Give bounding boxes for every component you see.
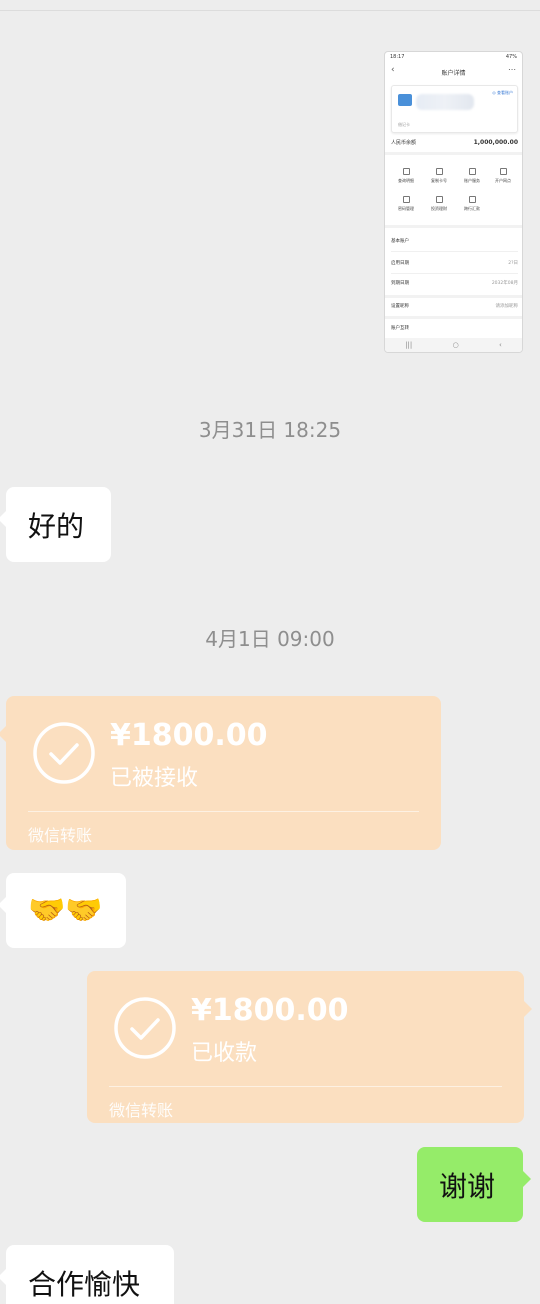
grid-item: 跨行汇款 (457, 196, 487, 212)
outgoing-message-bubble[interactable]: 谢谢 (417, 1147, 531, 1222)
check-circle-icon (33, 722, 95, 784)
thumbnail-separator (385, 152, 522, 155)
thumbnail-separator (385, 316, 522, 319)
message-text: 谢谢 (439, 1169, 496, 1203)
grid-item: 投资理财 (424, 196, 454, 212)
grid-item: 开户网点 (488, 168, 518, 184)
grid-item: 账户服务 (457, 168, 487, 184)
recent-apps-icon: ||| (405, 341, 413, 349)
transfer-amount: ¥1800.00 (110, 718, 268, 753)
balance-label: 人民币余额 (391, 140, 417, 146)
thumbnail-time: 18:17 (390, 54, 405, 60)
transfer-card-collected[interactable]: ¥1800.00 已收款 微信转账 (87, 971, 532, 1123)
transfer-divider (28, 811, 419, 812)
chat-timestamp: 3月31日 18:25 (198, 418, 342, 442)
more-icon: ⋯ (508, 65, 516, 74)
thumbnail-nav-bar: ||| ○ ‹ (385, 338, 522, 352)
message-text: 合作愉快 (28, 1267, 141, 1301)
incoming-message-bubble[interactable]: 🤝🤝 (0, 873, 126, 948)
row-divider (391, 273, 518, 274)
emoji-message: 🤝🤝 (28, 893, 103, 928)
transfer-footer: 微信转账 (28, 826, 93, 845)
transfer-divider (109, 1086, 502, 1087)
row-divider (391, 251, 518, 252)
transfer-status: 已收款 (191, 1041, 258, 1066)
card-tag: ◎ 查看账户 (492, 90, 513, 95)
grid-item: 密码管理 (391, 196, 421, 212)
image-message-thumbnail[interactable]: 18:17 47% ‹ 账户详情 ⋯ ◎ 查看账户 借记卡 人民币余额 1,00… (384, 51, 523, 353)
thumbnail-row: 启用日期 2?日 (391, 261, 518, 266)
balance-value: 1,000,000.00 (473, 139, 518, 146)
transfer-card-received[interactable]: ¥1800.00 已被接收 微信转账 (0, 696, 441, 850)
thumbnail-battery: 47% (505, 54, 517, 60)
grid-item: 查询明细 (391, 168, 421, 184)
incoming-message-bubble[interactable]: 好的 (0, 487, 111, 562)
message-text: 好的 (28, 509, 85, 543)
grid-item: 复制卡号 (424, 168, 454, 184)
top-divider (0, 10, 540, 11)
thumbnail-row: 到期日期 2032年08月 (391, 281, 518, 286)
thumbnail-separator (385, 225, 522, 228)
thumbnail-separator (385, 295, 522, 298)
bank-logo-icon (398, 94, 412, 106)
thumbnail-bank-card: ◎ 查看账户 借记卡 (391, 85, 518, 133)
incoming-message-bubble[interactable]: 合作愉快 (0, 1245, 174, 1304)
thumbnail-row: 账户互转 (391, 326, 409, 331)
thumbnail-row: 设置昵称 请添加昵称 (391, 304, 518, 309)
chat-timestamp: 4月1日 09:00 (205, 627, 335, 651)
home-icon: ○ (452, 341, 459, 349)
thumbnail-status-bar: 18:17 47% (385, 52, 522, 62)
thumbnail-title: 账户详情 (441, 69, 466, 77)
transfer-footer: 微信转账 (109, 1101, 174, 1120)
thumbnail-balance-row: 人民币余额 1,000,000.00 (391, 139, 518, 146)
back-icon: ‹ (499, 341, 502, 349)
blurred-card-number (416, 94, 474, 110)
transfer-amount: ¥1800.00 (191, 993, 349, 1028)
transfer-status: 已被接收 (110, 766, 199, 791)
card-label: 借记卡 (398, 122, 410, 127)
check-circle-icon (114, 997, 176, 1059)
thumbnail-row: 基本账户 (391, 239, 409, 244)
